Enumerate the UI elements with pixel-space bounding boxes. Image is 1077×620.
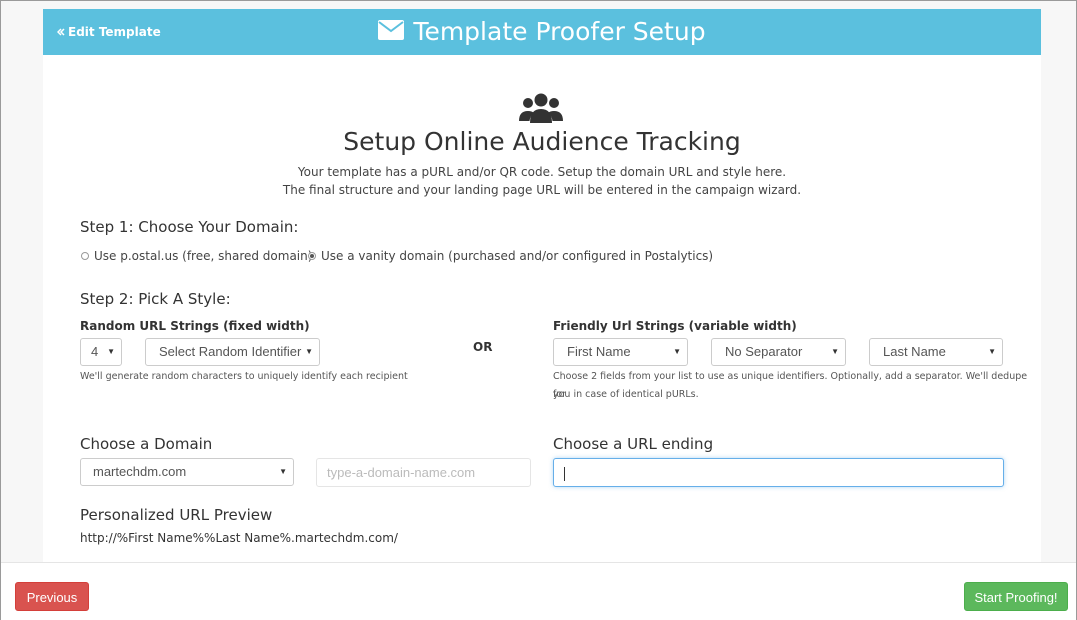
friendly-field2-value: Last Name [883,344,946,359]
step1-title: Step 1: Choose Your Domain: [80,218,299,236]
preview-label: Personalized URL Preview [80,506,273,524]
caret-down-icon: ▼ [279,467,287,476]
preview-url: http://%First Name%%Last Name%.martechdm… [80,531,398,545]
random-length-value: 4 [91,344,99,359]
url-ending-input[interactable] [553,458,1004,487]
domain-name-input[interactable]: type-a-domain-name.com [316,458,531,487]
page-title: Setup Online Audience Tracking [343,127,741,156]
setup-panel: Edit Template Template Proofer Setup Set… [43,9,1041,562]
text-cursor [564,466,565,481]
caret-down-icon: ▼ [305,347,313,356]
footer-bar: Previous Start Proofing! [1,562,1076,620]
radio-vanity-domain-label: Use a vanity domain (purchased and/or co… [321,249,714,263]
step2-title: Step 2: Pick A Style: [80,290,231,308]
caret-down-icon: ▼ [107,347,115,356]
separator-select[interactable]: No Separator ▼ [711,338,846,366]
caret-down-icon: ▼ [831,347,839,356]
page: Edit Template Template Proofer Setup Set… [1,1,1076,620]
start-proofing-button[interactable]: Start Proofing! [964,582,1068,611]
domain-select[interactable]: martechdm.com ▼ [80,458,294,486]
or-label: OR [473,340,493,354]
radio-free-domain-label: Use p.ostal.us (free, shared domain) [94,249,313,263]
header-bar: Edit Template Template Proofer Setup [43,9,1041,55]
radio-free-domain[interactable]: Use p.ostal.us (free, shared domain) [81,249,312,263]
separator-value: No Separator [725,344,803,359]
random-help-text: We'll generate random characters to uniq… [80,371,408,382]
random-identifier-value: Select Random Identifier [159,344,302,359]
random-identifier-select[interactable]: Select Random Identifier ▼ [145,338,320,366]
friendly-url-label: Friendly Url Strings (variable width) [553,319,797,333]
envelope-icon [378,17,405,47]
caret-down-icon: ▼ [988,347,996,356]
domain-select-value: martechdm.com [93,464,187,479]
previous-button[interactable]: Previous [15,582,89,611]
friendly-field1-value: First Name [567,344,631,359]
radio-vanity-domain-button[interactable] [308,252,316,260]
header-title-text: Template Proofer Setup [413,17,706,46]
friendly-field2-select[interactable]: Last Name ▼ [869,338,1003,366]
friendly-help-line-2: you in case of identical pURLs. [553,389,699,400]
radio-vanity-domain[interactable]: Use a vanity domain (purchased and/or co… [308,249,713,263]
url-ending-label: Choose a URL ending [553,435,714,453]
random-length-select[interactable]: 4 ▼ [80,338,122,366]
radio-free-domain-button[interactable] [81,252,89,260]
caret-down-icon: ▼ [673,347,681,356]
header-title: Template Proofer Setup [43,17,1041,47]
choose-domain-label: Choose a Domain [80,435,213,453]
intro-line-1: Your template has a pURL and/or QR code.… [297,165,787,179]
random-url-label: Random URL Strings (fixed width) [80,319,310,333]
domain-name-placeholder: type-a-domain-name.com [327,465,476,480]
friendly-field1-select[interactable]: First Name ▼ [553,338,688,366]
intro-line-2: The final structure and your landing pag… [282,183,802,197]
